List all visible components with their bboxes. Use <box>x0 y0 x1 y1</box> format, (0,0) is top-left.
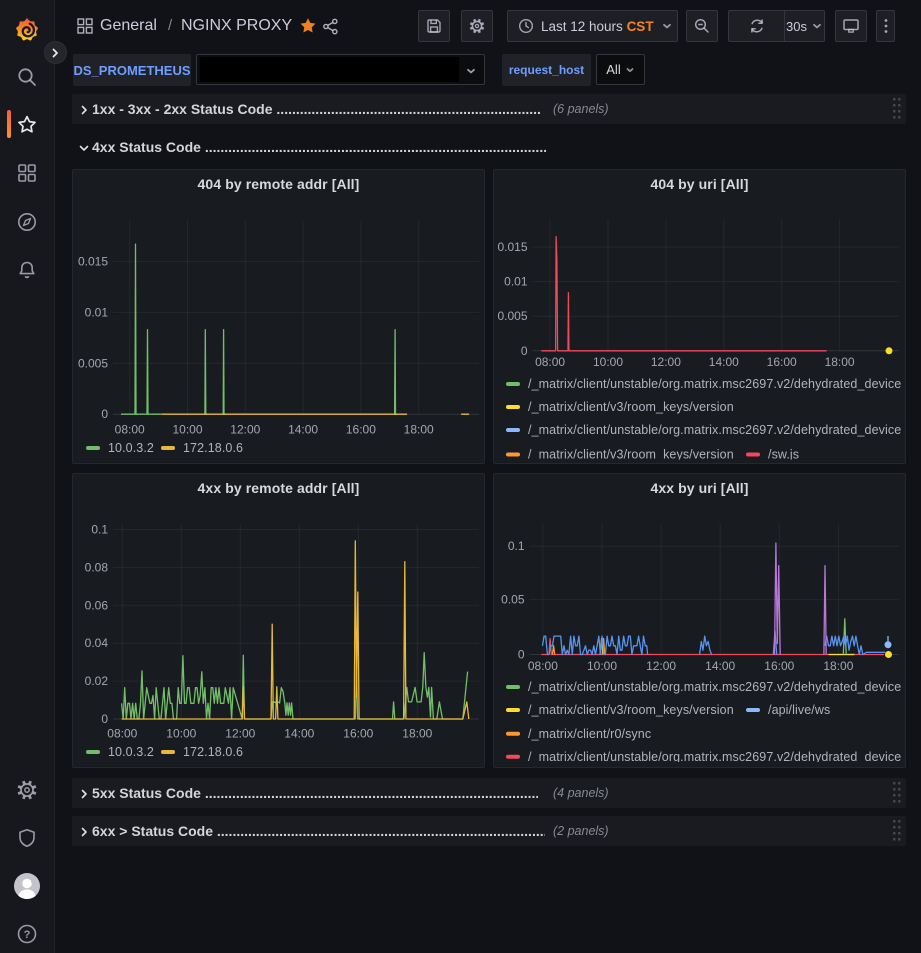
svg-text:18:00: 18:00 <box>823 659 853 673</box>
svg-text:0.06: 0.06 <box>85 598 109 612</box>
svg-text:/_matrix/client/unstable/org.m: /_matrix/client/unstable/org.matrix.msc2… <box>528 423 901 437</box>
svg-text:16:00: 16:00 <box>343 727 373 741</box>
svg-text:12:00: 12:00 <box>646 659 676 673</box>
svg-text:08:00: 08:00 <box>107 727 137 741</box>
svg-text:14:00: 14:00 <box>709 355 739 369</box>
svg-text:?: ? <box>24 929 31 941</box>
svg-text:18:00: 18:00 <box>402 727 432 741</box>
svg-text:0.015: 0.015 <box>78 254 108 268</box>
svg-text:14:00: 14:00 <box>705 659 735 673</box>
svg-text:12:00: 12:00 <box>651 355 681 369</box>
svg-text:172.18.0.6: 172.18.0.6 <box>183 441 243 455</box>
svg-text:0.1: 0.1 <box>508 539 525 553</box>
svg-text:0.1: 0.1 <box>91 523 108 537</box>
svg-text:/_matrix/client/v3/room_keys/v: /_matrix/client/v3/room_keys/version <box>528 703 734 717</box>
svg-text:0.08: 0.08 <box>85 560 109 574</box>
svg-text:14:00: 14:00 <box>284 727 314 741</box>
svg-text:08:00: 08:00 <box>115 423 145 437</box>
svg-text:/_matrix/client/unstable/org.m: /_matrix/client/unstable/org.matrix.msc2… <box>528 750 901 764</box>
svg-text:0.015: 0.015 <box>497 240 527 254</box>
svg-text:10.0.3.2: 10.0.3.2 <box>108 441 154 455</box>
svg-text:0: 0 <box>101 407 108 421</box>
svg-text:08:00: 08:00 <box>528 659 558 673</box>
svg-text:16:00: 16:00 <box>346 423 376 437</box>
svg-text:0.005: 0.005 <box>497 309 527 323</box>
svg-text:10:00: 10:00 <box>587 659 617 673</box>
svg-text:10:00: 10:00 <box>593 355 623 369</box>
svg-text:/_matrix/client/v3/room_keys/v: /_matrix/client/v3/room_keys/version <box>528 400 734 414</box>
svg-text:0: 0 <box>521 344 528 358</box>
svg-text:16:00: 16:00 <box>764 659 794 673</box>
svg-text:/_matrix/client/unstable/org.m: /_matrix/client/unstable/org.matrix.msc2… <box>528 680 901 694</box>
svg-text:0.01: 0.01 <box>504 275 528 289</box>
svg-text:0.02: 0.02 <box>85 674 109 688</box>
svg-text:12:00: 12:00 <box>225 727 255 741</box>
svg-text:0.04: 0.04 <box>85 636 109 650</box>
svg-text:10:00: 10:00 <box>166 727 196 741</box>
svg-text:18:00: 18:00 <box>825 355 855 369</box>
svg-text:/_matrix/client/v3/room_keys/v: /_matrix/client/v3/room_keys/version <box>528 448 734 462</box>
svg-text:08:00: 08:00 <box>535 355 565 369</box>
svg-text:18:00: 18:00 <box>404 423 434 437</box>
svg-text:/api/live/ws: /api/live/ws <box>768 703 830 717</box>
svg-text:0: 0 <box>101 712 108 726</box>
svg-text:14:00: 14:00 <box>288 423 318 437</box>
svg-text:/_matrix/client/unstable/org.m: /_matrix/client/unstable/org.matrix.msc2… <box>528 377 901 391</box>
svg-text:10:00: 10:00 <box>172 423 202 437</box>
svg-text:0.005: 0.005 <box>78 356 108 370</box>
svg-text:0.01: 0.01 <box>85 305 109 319</box>
svg-text:172.18.0.6: 172.18.0.6 <box>183 745 243 759</box>
svg-text:/sw.js: /sw.js <box>768 448 799 462</box>
svg-text:16:00: 16:00 <box>767 355 797 369</box>
svg-text:/_matrix/client/r0/sync: /_matrix/client/r0/sync <box>528 727 651 741</box>
svg-text:0: 0 <box>518 648 525 662</box>
svg-text:10.0.3.2: 10.0.3.2 <box>108 745 154 759</box>
svg-text:12:00: 12:00 <box>230 423 260 437</box>
svg-text:0.05: 0.05 <box>501 593 525 607</box>
